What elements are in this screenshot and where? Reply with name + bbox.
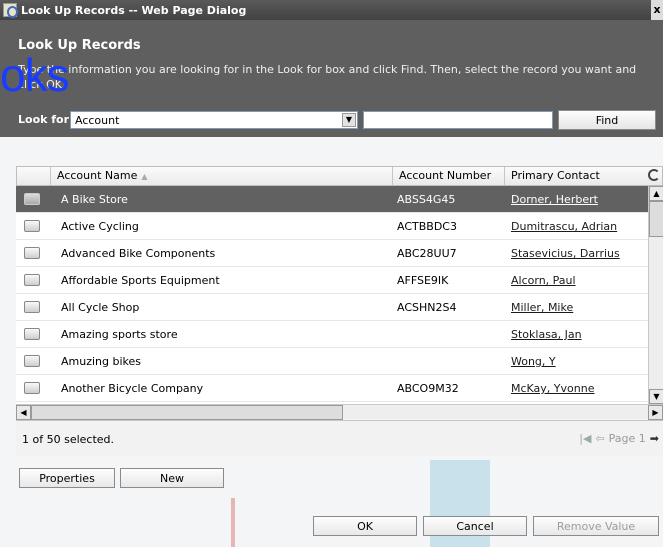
cell-primary-contact-link[interactable]: Miller, Mike xyxy=(511,294,573,321)
cell-account-name: Affordable Sports Equipment xyxy=(61,274,220,287)
table-row[interactable]: A Bike Store ABSS4G45 Dorner, Herbert xyxy=(16,186,648,213)
table-row[interactable]: All Cycle Shop ACSHN2S4 Miller, Mike xyxy=(16,294,648,321)
cell-primary-contact-link[interactable]: Wong, Y xyxy=(511,348,556,375)
cell-primary-contact-link[interactable]: Alcorn, Paul xyxy=(511,267,576,294)
cancel-button[interactable]: Cancel xyxy=(423,516,527,536)
look-for-label: Look for: xyxy=(18,113,74,126)
refresh-icon[interactable] xyxy=(648,169,660,181)
cell-primary-contact-link[interactable]: Dorner, Herbert xyxy=(511,186,598,213)
next-page-icon[interactable]: ➡ xyxy=(650,432,659,445)
cell-account-name: A Bike Store xyxy=(61,193,128,206)
scroll-right-icon[interactable]: ▶ xyxy=(648,405,663,420)
overlay-text: oks xyxy=(0,49,70,101)
window-titlebar: Look Up Records -- Web Page Dialog x xyxy=(0,0,663,20)
cell-account-number: ABCO9M32 xyxy=(397,382,459,395)
horizontal-scroll-thumb[interactable] xyxy=(31,405,343,420)
scroll-up-icon[interactable]: ▲ xyxy=(649,186,663,201)
cell-account-number: ABSS4G45 xyxy=(397,193,456,206)
cell-account-name: Advanced Bike Components xyxy=(61,247,216,260)
remove-value-button[interactable]: Remove Value xyxy=(533,516,659,536)
cell-primary-contact-link[interactable]: Stasevicius, Darrius xyxy=(511,240,620,267)
chevron-down-icon[interactable]: ▼ xyxy=(342,113,356,127)
cell-account-name: Amuzing bikes xyxy=(61,355,142,368)
cell-primary-contact-link[interactable]: McKay, Yvonne xyxy=(511,375,594,402)
vertical-scrollbar[interactable]: ▲ ▼ xyxy=(648,186,663,404)
pager: |◀ ⇦ Page 1 ➡ xyxy=(579,432,659,445)
cell-account-name: Amazing sports store xyxy=(61,328,178,341)
new-button[interactable]: New xyxy=(120,468,224,488)
cell-account-number: ABC28UU7 xyxy=(397,247,457,260)
icon-column-header xyxy=(17,167,51,185)
previous-page-icon[interactable]: ⇦ xyxy=(595,432,604,445)
find-button[interactable]: Find xyxy=(558,110,656,130)
background-decoration xyxy=(231,498,235,547)
browser-icon xyxy=(3,3,18,18)
column-header-account-number[interactable]: Account Number xyxy=(393,167,505,185)
column-header-label: Primary Contact xyxy=(511,169,600,182)
table-row[interactable]: Active Cycling ACTBBDC3 Dumitrascu, Adri… xyxy=(16,213,648,240)
ok-button[interactable]: OK xyxy=(313,516,417,536)
entity-select[interactable]: Account ▼ xyxy=(70,111,358,129)
cell-primary-contact-link[interactable]: Stoklasa, Jan xyxy=(511,321,582,348)
column-header-label: Account Number xyxy=(399,169,492,182)
entity-select-value: Account xyxy=(75,113,120,127)
cell-account-number: ACSHN2S4 xyxy=(397,301,457,314)
properties-button[interactable]: Properties xyxy=(19,468,115,488)
first-page-icon[interactable]: |◀ xyxy=(579,432,591,445)
close-icon[interactable]: x xyxy=(651,0,663,20)
column-header-primary-contact[interactable]: Primary Contact xyxy=(505,167,645,185)
record-icon xyxy=(24,328,40,340)
record-icon xyxy=(24,220,40,232)
selection-count: 1 of 50 selected. xyxy=(22,433,115,446)
cell-account-number: ACTBBDC3 xyxy=(397,220,457,233)
grid-status-bar: 1 of 50 selected. |◀ ⇦ Page 1 ➡ xyxy=(16,420,663,456)
sort-ascending-icon: ▲ xyxy=(141,172,148,181)
horizontal-scrollbar[interactable]: ◀ ▶ xyxy=(16,404,663,420)
table-row[interactable]: Another Bicycle Company ABCO9M32 McKay, … xyxy=(16,375,648,402)
records-grid: A Bike Store ABSS4G45 Dorner, Herbert Ac… xyxy=(16,186,648,404)
window-title: Look Up Records -- Web Page Dialog xyxy=(21,3,247,17)
record-icon xyxy=(24,247,40,259)
page-label: Page 1 xyxy=(608,432,646,445)
scroll-left-icon[interactable]: ◀ xyxy=(16,405,31,420)
search-input[interactable] xyxy=(363,111,553,129)
record-icon xyxy=(24,355,40,367)
cell-account-name: Active Cycling xyxy=(61,220,139,233)
record-icon xyxy=(24,382,40,394)
grid-header: Account Name ▲ Account Number Primary Con… xyxy=(16,166,663,186)
table-row[interactable]: Amuzing bikes Wong, Y xyxy=(16,348,648,375)
table-row[interactable]: Advanced Bike Components ABC28UU7 Stasev… xyxy=(16,240,648,267)
vertical-scroll-thumb[interactable] xyxy=(649,201,663,237)
cell-account-name: All Cycle Shop xyxy=(61,301,140,314)
column-header-account-name[interactable]: Account Name ▲ xyxy=(51,167,393,185)
cell-account-number: AFFSE9IK xyxy=(397,274,449,287)
instructions-text: Type the information you are looking for… xyxy=(18,63,637,91)
table-row[interactable]: Amazing sports store Stoklasa, Jan xyxy=(16,321,648,348)
record-icon xyxy=(24,301,40,313)
column-header-label: Account Name xyxy=(57,169,138,182)
table-row[interactable]: Affordable Sports Equipment AFFSE9IK Alc… xyxy=(16,267,648,294)
cell-primary-contact-link[interactable]: Dumitrascu, Adrian xyxy=(511,213,617,240)
scroll-down-icon[interactable]: ▼ xyxy=(649,389,663,404)
cell-account-name: Another Bicycle Company xyxy=(61,382,204,395)
record-icon xyxy=(24,193,40,205)
record-icon xyxy=(24,274,40,286)
